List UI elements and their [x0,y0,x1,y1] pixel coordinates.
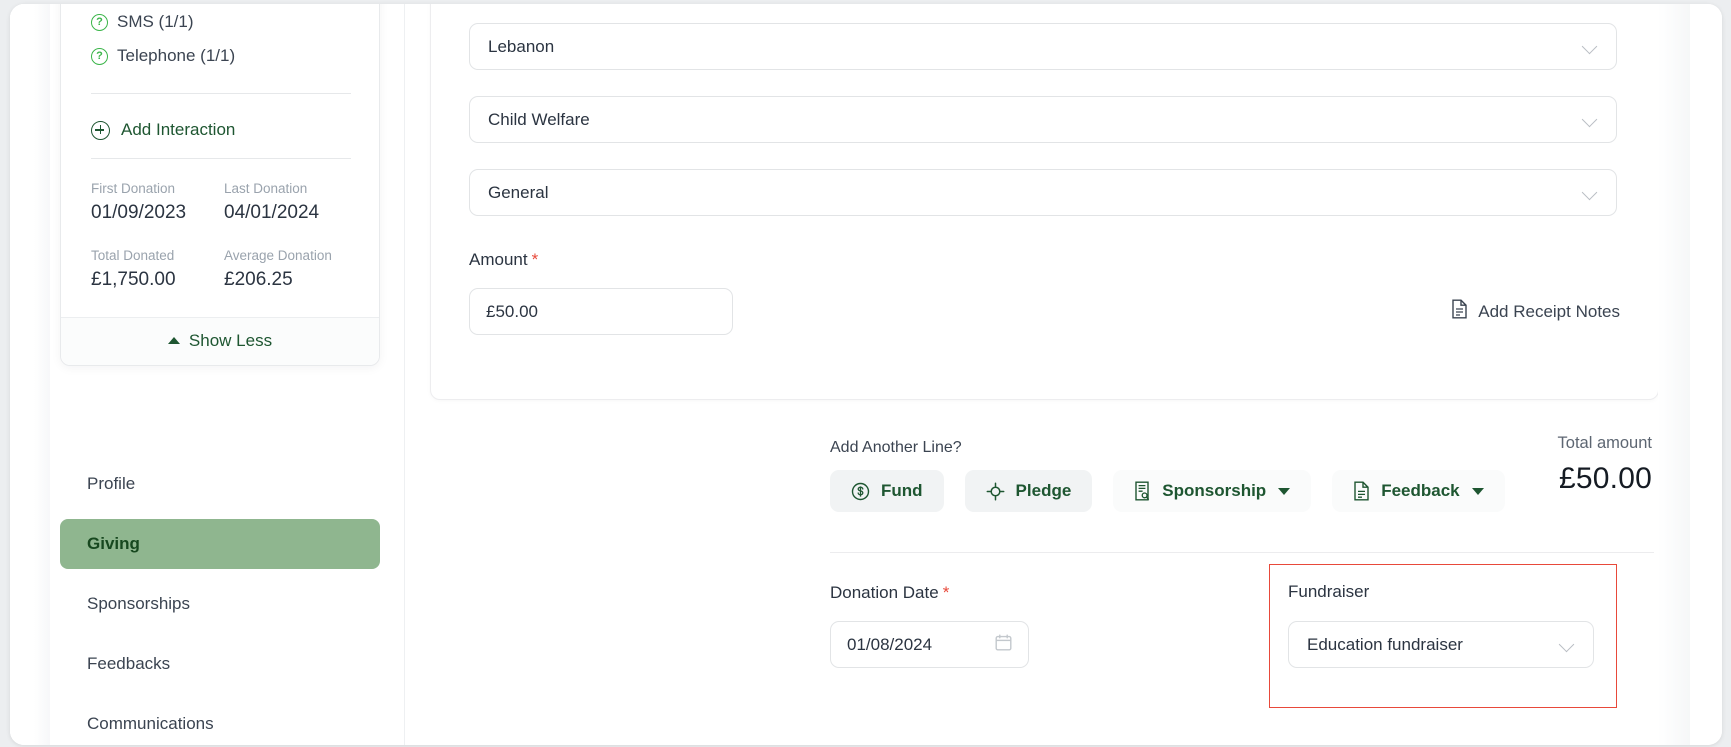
add-fund-button[interactable]: Fund [830,470,944,512]
sidebar-item-profile[interactable]: Profile [60,459,380,509]
help-circle-icon: ? [91,13,108,31]
total-amount-block: Total amount £50.00 [1558,434,1652,496]
required-asterisk: * [531,250,539,269]
content-right-edge [1658,4,1690,745]
add-feedback-button[interactable]: Feedback [1332,470,1505,512]
page-root: ? SMS (1/1) ? Telephone (1/1) Add Intera… [0,0,1731,747]
category-select[interactable]: Child Welfare [469,96,1617,143]
fundraiser-select-value: Education fundraiser [1307,634,1463,654]
donation-date-label: Donation Date * [830,583,949,603]
main-content: Lebanon Child Welfare General Amount * £… [404,4,1722,745]
channel-row-sms[interactable]: ? SMS (1/1) [91,5,351,39]
add-feedback-label: Feedback [1381,481,1460,500]
country-select[interactable]: Lebanon [469,23,1617,70]
show-less-button[interactable]: Show Less [61,317,379,365]
help-circle-icon: ? [91,47,108,65]
sidebar-item-label: Sponsorships [87,594,191,613]
add-another-line-buttons: Fund Pledge Sponsorship Feedback [830,470,1505,512]
stat-value-average-donation: £206.25 [224,269,293,290]
chevron-down-icon [1583,185,1598,200]
amount-label: Amount * [469,250,538,270]
total-amount-value: £50.00 [1559,462,1652,495]
donation-date-value: 01/08/2024 [847,634,933,654]
dollar-circle-icon [851,482,870,501]
stat-value-first-donation: 01/09/2023 [91,202,187,223]
sidebar-item-label: Feedbacks [87,654,171,673]
calendar-icon[interactable] [995,634,1012,656]
add-pledge-button[interactable]: Pledge [964,470,1093,512]
donation-date-label-text: Donation Date [830,583,939,602]
fundraiser-select[interactable]: Education fundraiser [1288,621,1594,668]
app-window: ? SMS (1/1) ? Telephone (1/1) Add Intera… [10,4,1722,745]
sidebar-nav: Profile Giving Sponsorships Feedbacks Co… [60,459,380,745]
donation-date-input[interactable]: 01/08/2024 [830,621,1029,668]
add-sponsorship-button[interactable]: Sponsorship [1113,470,1312,512]
stat-label-last-donation: Last Donation [224,181,308,196]
add-fund-label: Fund [881,481,923,500]
add-pledge-label: Pledge [1015,481,1072,500]
category-select-value: Child Welfare [488,109,590,129]
sidebar-item-giving[interactable]: Giving [60,519,380,569]
caret-down-icon [1278,487,1291,495]
add-another-line-label: Add Another Line? [830,439,962,456]
country-select-value: Lebanon [488,36,555,56]
total-amount-label: Total amount [1557,434,1652,452]
target-icon [986,482,1005,501]
purpose-select-value: General [488,182,549,202]
sidebar-item-communications[interactable]: Communications [60,699,380,745]
chevron-down-icon [1583,112,1598,127]
add-sponsorship-label: Sponsorship [1162,481,1267,500]
donor-summary-card: ? SMS (1/1) ? Telephone (1/1) Add Intera… [60,4,380,366]
stat-label-first-donation: First Donation [91,181,176,196]
fundraiser-label: Fundraiser [1288,582,1370,601]
sidebar-item-label: Giving [87,534,140,553]
sponsorship-doc-icon [1134,481,1151,501]
add-receipt-notes-button[interactable]: Add Receipt Notes [1451,299,1620,324]
stat-value-last-donation: 04/01/2024 [224,202,320,223]
stat-label-average-donation: Average Donation [224,248,332,263]
donation-line-card: Lebanon Child Welfare General Amount * £… [430,4,1659,400]
amount-input[interactable]: £50.00 [469,288,733,335]
sidebar-item-label: Communications [87,714,214,733]
donor-stats-grid: First Donation Last Donation 01/09/2023 … [91,159,351,317]
stat-label-total-donated: Total Donated [91,248,175,263]
main-inner-panel: Lebanon Child Welfare General Amount * £… [404,4,1690,745]
feedback-doc-icon [1353,481,1370,501]
stat-value-total-donated: £1,750.00 [91,269,176,290]
plus-circle-icon [91,120,110,140]
sidebar-item-feedbacks[interactable]: Feedbacks [60,639,380,689]
caret-down-icon [1471,487,1484,495]
channel-row-telephone[interactable]: ? Telephone (1/1) [91,39,351,73]
add-receipt-notes-label: Add Receipt Notes [1478,301,1620,321]
sidebar-item-label: Profile [87,474,136,493]
chevron-down-icon [1560,637,1575,652]
channel-label: SMS (1/1) [117,12,194,31]
show-less-label: Show Less [188,331,273,350]
caret-up-icon [167,337,180,344]
channel-label: Telephone (1/1) [117,46,236,65]
document-icon [1451,299,1468,324]
amount-label-text: Amount [469,250,528,269]
chevron-down-icon [1583,39,1598,54]
fundraiser-highlight-box: Fundraiser Education fundraiser [1269,564,1617,708]
divider [830,552,1654,553]
amount-input-value: £50.00 [486,301,538,321]
add-interaction-button[interactable]: Add Interaction [91,94,351,159]
left-sidebar: ? SMS (1/1) ? Telephone (1/1) Add Intera… [10,4,404,745]
sidebar-item-sponsorships[interactable]: Sponsorships [60,579,380,629]
sidebar-gutter [10,4,50,745]
add-interaction-label: Add Interaction [121,120,236,139]
required-asterisk: * [942,583,950,602]
purpose-select[interactable]: General [469,169,1617,216]
